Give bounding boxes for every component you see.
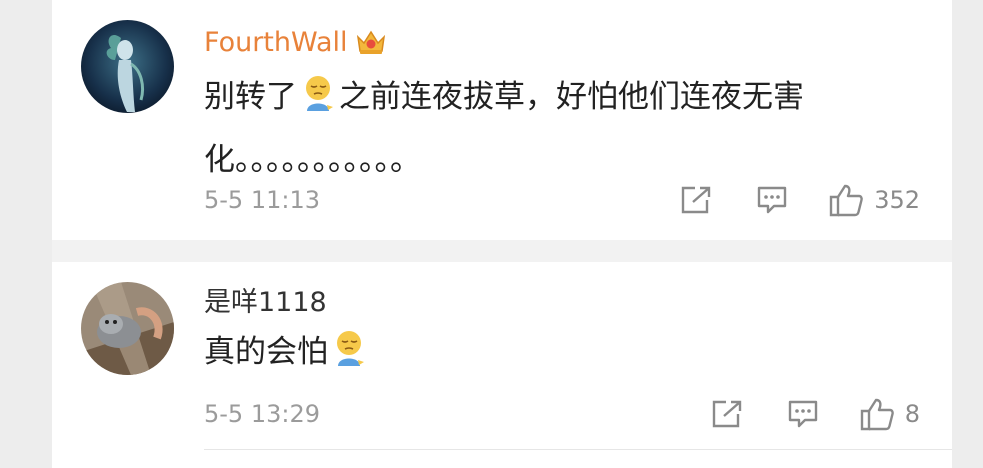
share-button[interactable]: [680, 185, 712, 215]
comment-actions: 352: [680, 183, 920, 217]
reply-button[interactable]: [756, 184, 788, 216]
comment-item: FourthWall 别转了 之前连夜拔草，好怕他们连夜无害化。。。。。。。。。…: [52, 0, 952, 240]
comment-separator: [52, 240, 952, 262]
comment-icon: [756, 184, 788, 216]
left-background-strip: [0, 0, 52, 468]
avatar[interactable]: [81, 20, 174, 113]
comment-text: 别转了 之前连夜拔草，好怕他们连夜无害化。。。。。。。。。。。: [204, 69, 894, 189]
username[interactable]: FourthWall: [204, 26, 386, 64]
pensive-face-emoji: [332, 328, 366, 387]
reply-button[interactable]: [787, 398, 819, 430]
comment-item: 是咩1118 真的会怕 5-5 13:29 8: [52, 262, 952, 468]
like-button[interactable]: 8: [859, 397, 920, 431]
like-count: 352: [874, 186, 920, 214]
share-button[interactable]: [711, 399, 743, 429]
comment-actions: 8: [711, 397, 920, 431]
divider: [204, 449, 952, 450]
comment-time: 5-5 11:13: [204, 186, 320, 214]
avatar[interactable]: [81, 282, 174, 375]
comment-icon: [787, 398, 819, 430]
like-count: 8: [904, 400, 920, 428]
thumbs-up-icon: [828, 183, 864, 217]
crown-badge-icon: [356, 29, 386, 64]
like-button[interactable]: 352: [828, 183, 920, 217]
pensive-face-emoji: [301, 73, 335, 132]
share-icon: [711, 399, 743, 429]
comment-text: 真的会怕: [204, 324, 894, 387]
thumbs-up-icon: [859, 397, 895, 431]
username[interactable]: 是咩1118: [204, 286, 327, 320]
right-background-strip: [952, 0, 983, 468]
comment-time: 5-5 13:29: [204, 400, 320, 428]
share-icon: [680, 185, 712, 215]
